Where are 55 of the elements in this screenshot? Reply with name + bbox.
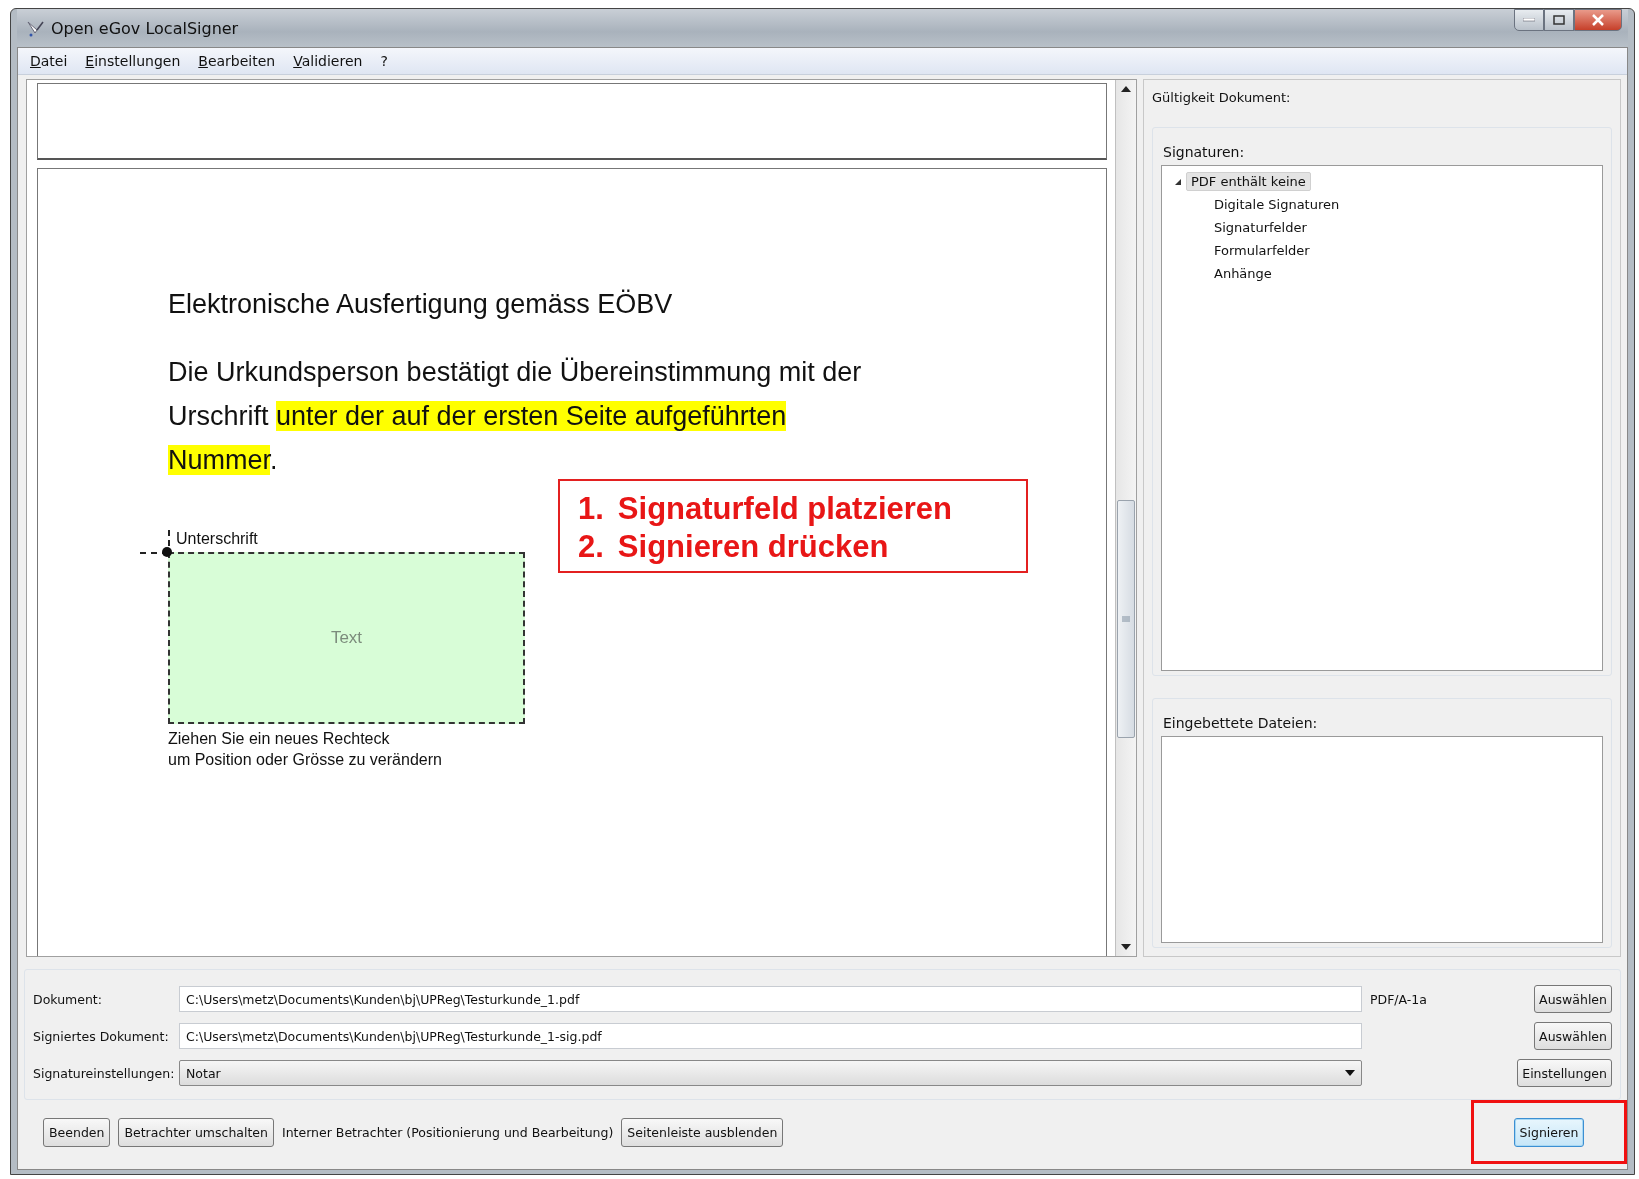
field-label: Signiertes Dokument:: [33, 1028, 170, 1044]
toolbar-button[interactable]: Betrachter umschalten: [118, 1117, 274, 1147]
tree-item[interactable]: PDF enthält keine: [1186, 172, 1311, 191]
arrow-down-icon: [1121, 944, 1131, 950]
close-icon: [1591, 14, 1605, 26]
select-button[interactable]: Einstellungen: [1517, 1059, 1612, 1087]
minimize-icon: [1523, 18, 1535, 22]
close-button[interactable]: [1574, 9, 1622, 31]
menu-item[interactable]: Validieren: [293, 53, 363, 69]
group-title: Eingebettete Dateien:: [1163, 715, 1319, 731]
paragraph-text: Die Urkundsperson bestätigt die Übereinstimmung mit der: [168, 357, 862, 387]
highlighted-text: unter der auf der ersten Seite aufgeführten: [276, 401, 787, 431]
step-text: Signieren drücken: [617, 529, 889, 565]
toolbar-button[interactable]: Beenden: [43, 1117, 111, 1147]
paragraph-text: Urschrift: [168, 401, 270, 431]
grip-icon: [1122, 616, 1130, 622]
menu-item[interactable]: ?: [380, 53, 388, 69]
dropdown-caret-icon[interactable]: [1345, 1070, 1355, 1076]
menu-item[interactable]: Datei: [30, 53, 68, 69]
format-label: PDF/A-1a: [1369, 991, 1428, 1007]
expand-icon[interactable]: [1174, 177, 1182, 186]
tree-item[interactable]: Anhänge: [1210, 265, 1276, 282]
sign-button[interactable]: Signieren: [1513, 1117, 1585, 1147]
select-button[interactable]: Auswählen: [1534, 985, 1612, 1013]
tree-item[interactable]: Signaturfelder: [1210, 219, 1311, 236]
scroll-thumb[interactable]: [1117, 500, 1135, 738]
paragraph-text: .: [270, 445, 278, 475]
step-number: 1.: [578, 491, 604, 527]
tree-item[interactable]: Formularfelder: [1210, 242, 1314, 259]
minimize-button[interactable]: [1514, 9, 1544, 31]
anchor-handle[interactable]: [162, 547, 172, 557]
maximize-button[interactable]: [1544, 9, 1574, 31]
window-title: Open eGov LocalSigner: [51, 18, 240, 38]
maximize-icon: [1553, 15, 1565, 25]
step-number: 2.: [578, 529, 604, 565]
dropdown[interactable]: Notar: [179, 1060, 1362, 1086]
toolbar-button[interactable]: Seitenleiste ausblenden: [621, 1117, 784, 1147]
viewer-mode-label: Interner Betrachter (Positionierung und Bearbeitung): [281, 1124, 614, 1140]
menu-item[interactable]: Bearbeiten: [198, 53, 276, 69]
path-field[interactable]: C:\Users\metz\Documents\Kunden\bj\UPReg\Testurkunde_1-sig.pdf: [179, 1023, 1362, 1049]
hint-text: Ziehen Sie ein neues Rechteck um Position oder Grösse zu verändern: [168, 729, 443, 770]
field-label: Dokument:: [33, 991, 103, 1007]
field-label: Unterschrift: [176, 530, 258, 548]
select-button[interactable]: Auswählen: [1534, 1022, 1612, 1050]
document-heading: Elektronische Ausfertigung gemäss EÖBV: [168, 288, 674, 321]
field-label: Signatureinstellungen:: [33, 1065, 176, 1081]
validity-label: Gültigkeit Dokument:: [1152, 90, 1292, 105]
placeholder-text: Text: [330, 628, 363, 648]
menu-item[interactable]: Einstellungen: [85, 53, 181, 69]
tree-item[interactable]: Digitale Signaturen: [1210, 196, 1344, 213]
arrow-up-icon: [1121, 86, 1131, 92]
path-field[interactable]: C:\Users\metz\Documents\Kunden\bj\UPReg\Testurkunde_1.pdf: [179, 986, 1362, 1012]
group-title: Signaturen:: [1163, 144, 1246, 160]
step-text: Signaturfeld platzieren: [617, 491, 953, 527]
scrollbar[interactable]: [1115, 80, 1136, 956]
